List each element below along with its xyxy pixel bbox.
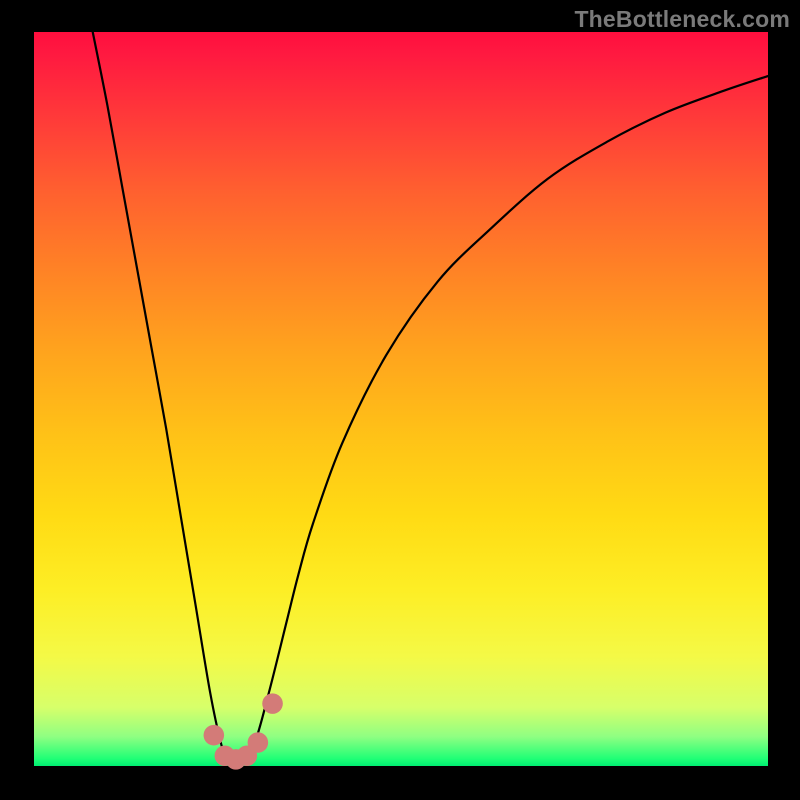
plot-area xyxy=(34,32,768,766)
curve-layer xyxy=(34,32,768,766)
marker-group xyxy=(204,693,283,769)
chart-frame: TheBottleneck.com xyxy=(0,0,800,800)
bottleneck-curve xyxy=(93,32,768,765)
dot-right-low xyxy=(248,732,269,753)
dot-right-high xyxy=(262,693,283,714)
dot-left xyxy=(204,725,225,746)
watermark-label: TheBottleneck.com xyxy=(574,6,790,33)
